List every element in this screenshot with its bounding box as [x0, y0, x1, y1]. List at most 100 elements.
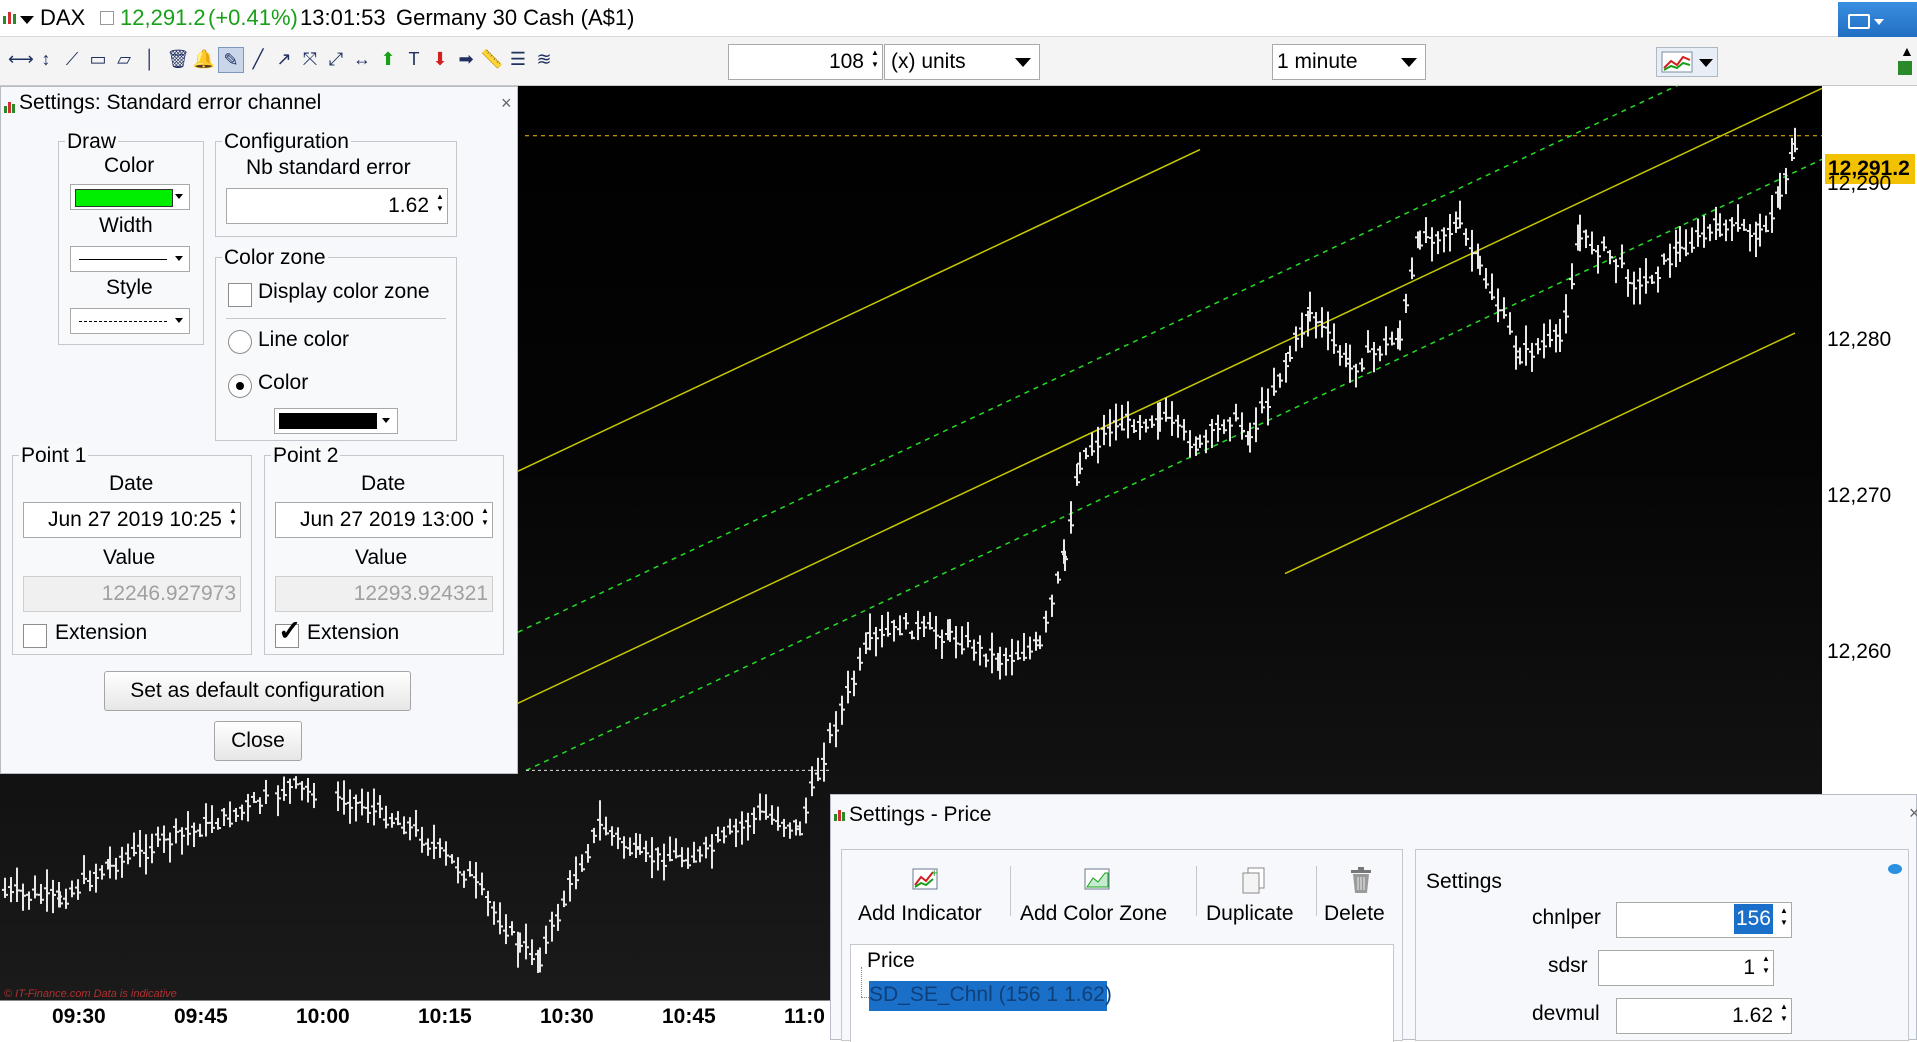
draw-group: Draw Color Width Style [58, 130, 204, 345]
bell-icon[interactable]: 🔔 [192, 47, 216, 71]
point2-date-input[interactable]: Jun 27 2019 13:00 ▲ ▼ [275, 502, 493, 538]
style-label: Style [106, 276, 153, 299]
point1-extension-checkbox[interactable] [23, 624, 47, 648]
add-color-zone-button[interactable]: Add Color Zone [1014, 860, 1190, 934]
checkmark-icon: ✓ [278, 615, 302, 646]
arrow-down-icon[interactable]: ⬇ [428, 47, 452, 71]
spinner-icon[interactable]: ▲ ▼ [1779, 1001, 1789, 1025]
duplicate-button[interactable]: Duplicate [1202, 860, 1314, 934]
color-radio[interactable] [228, 374, 252, 398]
add-indicator-button[interactable]: + Add Indicator [850, 860, 1002, 934]
spinner-icon[interactable]: ▲ ▼ [1779, 905, 1789, 929]
line-color-select[interactable] [70, 184, 190, 210]
help-icon[interactable] [1888, 864, 1902, 874]
line-tool-icon[interactable]: ╱ [246, 47, 270, 71]
trendline-icon[interactable]: ⟋ [60, 47, 84, 71]
line-color-label: Line color [258, 328, 350, 351]
units-count-field[interactable]: 108 ▲ ▼ [728, 44, 883, 80]
close-icon[interactable]: × [1909, 803, 1917, 824]
arrow-up-icon[interactable]: ⬆ [376, 47, 400, 71]
interval-select[interactable]: 1 minute [1272, 44, 1426, 80]
tree-selected-item[interactable]: SD_SE_Chnl (156 1 1.62) [869, 981, 1112, 1011]
keyboard-button[interactable] [1838, 2, 1917, 40]
units-count-value: 108 [828, 50, 864, 73]
cursor-line-icon[interactable]: │ [138, 47, 162, 71]
price-change: (+0.41%) [208, 5, 298, 30]
line-style-select[interactable] [70, 308, 190, 334]
param-devmul-input[interactable]: 1.62 ▲ ▼ [1616, 998, 1792, 1034]
panel-title: Settings: Standard error channel [19, 91, 322, 114]
chevron-down-icon [1015, 58, 1031, 67]
scroll-up-icon[interactable]: ▲ [1900, 43, 1914, 59]
units-spinner-icon[interactable]: ▲ ▼ [870, 47, 880, 71]
text-tool-icon[interactable]: T [402, 47, 426, 71]
chart-mini-icon[interactable] [1898, 61, 1912, 75]
param-name: devmul [1532, 1002, 1600, 1025]
param-name: sdsr [1548, 954, 1588, 977]
fan-lines-icon[interactable]: ≋ [532, 47, 556, 71]
extend-line-icon[interactable]: ↔ [350, 47, 374, 71]
trash-icon[interactable]: 🗑 [166, 47, 190, 71]
point2-label: Point 2 [271, 444, 341, 468]
close-button[interactable]: Close [214, 721, 302, 761]
drawing-toolbar: ⟷ ↕ ⟋ ▭ ▱ │ 🗑 🔔 ✎ ╱ ↗ ⤧ ⤢ ↔ ⬆ T ⬇ ➡ 📏 ☰ … [0, 37, 1917, 86]
width-preview [79, 259, 167, 260]
chart-type-button[interactable] [1656, 47, 1718, 77]
add-indicator-label: Add Indicator [858, 902, 982, 925]
fibonacci-icon[interactable]: ☰ [506, 47, 530, 71]
duplicate-label: Duplicate [1206, 902, 1294, 925]
rotated-rectangle-icon[interactable]: ▱ [112, 47, 136, 71]
chart-logo-icon [3, 10, 17, 24]
chevron-down-icon [175, 318, 183, 323]
date-label: Date [361, 472, 406, 495]
param-chnlper-input[interactable]: 156 ▲ ▼ [1616, 902, 1792, 938]
instrument-name: Germany 30 Cash (A$1) [396, 5, 635, 30]
x-tick-label: 10:15 [418, 1005, 472, 1028]
point1-group: Point 1 Date Jun 27 2019 10:25 ▲ ▼ Value … [12, 444, 252, 655]
point2-group: Point 2 Date Jun 27 2019 13:00 ▲ ▼ Value … [264, 444, 504, 655]
arrow-right-icon[interactable]: ➡ [454, 47, 478, 71]
point1-value: 12246.927973 [101, 582, 236, 605]
chart-logo-icon [834, 808, 846, 821]
double-arrow-icon[interactable]: ⤢ [324, 47, 348, 71]
magic-wand-icon[interactable]: ✎ [218, 47, 244, 73]
tree-root-label[interactable]: Price [867, 949, 915, 973]
spinner-icon[interactable]: ▲ ▼ [435, 191, 445, 215]
spinner-icon[interactable]: ▲ ▼ [480, 505, 490, 529]
cross-ray-icon[interactable]: ⤧ [298, 47, 322, 71]
upper-se-line [517, 86, 1679, 633]
symbol-dropdown-icon[interactable] [20, 16, 34, 24]
add-color-zone-icon [1084, 866, 1112, 892]
zone-color-select[interactable] [274, 408, 398, 434]
rectangle-icon[interactable]: ▭ [86, 47, 110, 71]
x-tick-label: 09:45 [174, 1005, 228, 1028]
horizontal-line-icon[interactable]: ⟷ [8, 47, 34, 71]
point1-date-input[interactable]: Jun 27 2019 10:25 ▲ ▼ [23, 502, 241, 538]
spinner-icon[interactable]: ▲ ▼ [1761, 953, 1771, 977]
draw-label: Draw [65, 130, 119, 154]
time-axis[interactable]: 09:30 09:45 10:00 10:15 10:30 10:45 11:0 [0, 1000, 830, 1041]
units-type-label: (x) units [891, 50, 966, 73]
display-color-zone-checkbox[interactable] [228, 283, 252, 307]
color-label: Color [104, 154, 155, 177]
ruler-icon[interactable]: 📏 [480, 47, 504, 71]
line-width-select[interactable] [70, 246, 190, 272]
param-sdsr-input[interactable]: 1 ▲ ▼ [1598, 950, 1774, 986]
spinner-icon[interactable]: ▲ ▼ [228, 505, 238, 529]
chevron-down-icon [1699, 59, 1713, 67]
units-type-select[interactable]: (x) units [884, 44, 1040, 80]
duplicate-icon [1240, 866, 1268, 894]
nb-se-input[interactable]: 1.62 ▲ ▼ [226, 188, 448, 224]
chevron-down-icon [175, 194, 183, 199]
ray-tool-icon[interactable]: ↗ [272, 47, 296, 71]
delete-button[interactable]: Delete [1320, 860, 1400, 934]
configuration-label: Configuration [222, 130, 351, 154]
symbol-name[interactable]: DAX [40, 5, 85, 31]
vertical-line-icon[interactable]: ↕ [34, 47, 58, 71]
extension-label: Extension [55, 621, 148, 644]
info-icon[interactable] [100, 11, 114, 25]
set-default-button[interactable]: Set as default configuration [104, 671, 411, 711]
line-color-radio[interactable] [228, 330, 252, 354]
point2-extension-checkbox[interactable]: ✓ [275, 617, 301, 648]
close-icon[interactable]: × [501, 93, 512, 114]
